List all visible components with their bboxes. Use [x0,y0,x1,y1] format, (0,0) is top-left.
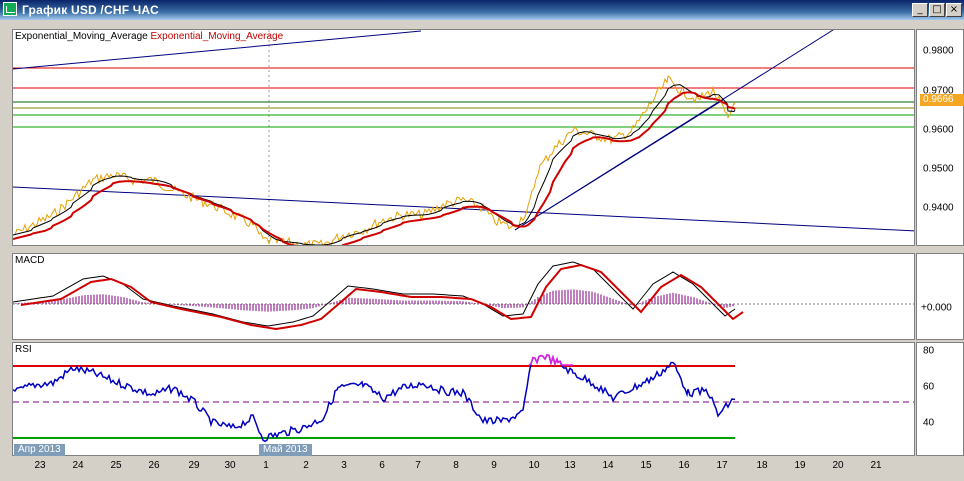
current-price-tag: 0.9666 [920,94,964,106]
trendline [13,186,914,232]
date-tick-label: 8 [453,460,459,471]
date-tick-label: 9 [491,460,497,471]
price-tick: 0.9800 [923,45,954,57]
date-tick-label: 26 [148,460,160,471]
date-tick-label: 19 [794,460,806,471]
price-pane[interactable]: Exponential_Moving_Average Exponential_M… [12,29,915,246]
date-tick-label: 21 [870,460,882,471]
trendline [514,99,724,231]
macd-signal-line [20,263,744,331]
price-series [13,75,736,245]
macd-line [13,261,736,327]
month-tag-apr: Апр 2013 [14,444,65,456]
rsi-chart-canvas [13,353,914,443]
date-tick-label: 24 [72,460,84,471]
indicator-legend: Exponential_Moving_Average Exponential_M… [15,31,283,42]
price-tick: 0.9500 [923,163,954,175]
rsi-tick: 40 [923,417,935,429]
title-bar: График USD /CHF ЧАС _ □ × [0,0,964,20]
date-tick-label: 13 [564,460,576,471]
price-chart-canvas [13,30,914,245]
rsi-label: RSI [15,344,32,355]
ema-legend-slow: Exponential_Moving_Average [150,31,284,42]
macd-label: MACD [15,255,45,266]
date-tick-label: 16 [678,460,690,471]
rsi-pane[interactable]: RSI [12,342,915,456]
price-tick: 0.9400 [923,202,954,214]
date-tick-label: 29 [188,460,200,471]
date-tick-label: 23 [34,460,46,471]
minimize-button[interactable]: _ [912,3,928,17]
month-tag-may: Май 2013 [259,444,312,456]
date-tick-label: 18 [756,460,768,471]
rsi-tick: 60 [923,381,935,393]
date-tick-label: 20 [832,460,844,471]
date-tick-label: 3 [341,460,347,471]
date-tick-label: 25 [110,460,122,471]
rsi-line [13,353,736,443]
maximize-button[interactable]: □ [929,3,945,17]
macd-scale: +0.000 [916,253,964,340]
date-tick-label: 17 [716,460,728,471]
rsi-overbought-segment [528,353,573,367]
close-button[interactable]: × [946,3,962,17]
date-tick-label: 1 [263,460,269,471]
rsi-scale: 80 60 40 [916,342,964,456]
date-tick-label: 30 [224,460,236,471]
date-tick-label: 14 [602,460,614,471]
price-scale: 0.9800 0.9700 0.9600 0.9500 0.9400 [916,29,964,246]
ema-legend-fast: Exponential_Moving_Average [15,31,148,42]
window-title: График USD /CHF ЧАС [22,3,159,17]
time-axis [12,456,915,478]
price-tick: 0.9600 [923,124,954,136]
rsi-tick: 80 [923,345,935,357]
macd-pane[interactable]: MACD [12,253,915,340]
date-tick-label: 6 [379,460,385,471]
chart-app-icon [3,2,17,16]
macd-tick: +0.000 [921,302,952,314]
date-tick-label: 2 [303,460,309,471]
date-tick-label: 10 [528,460,540,471]
date-tick-label: 7 [415,460,421,471]
date-tick-label: 15 [640,460,652,471]
macd-chart-canvas [13,261,914,331]
